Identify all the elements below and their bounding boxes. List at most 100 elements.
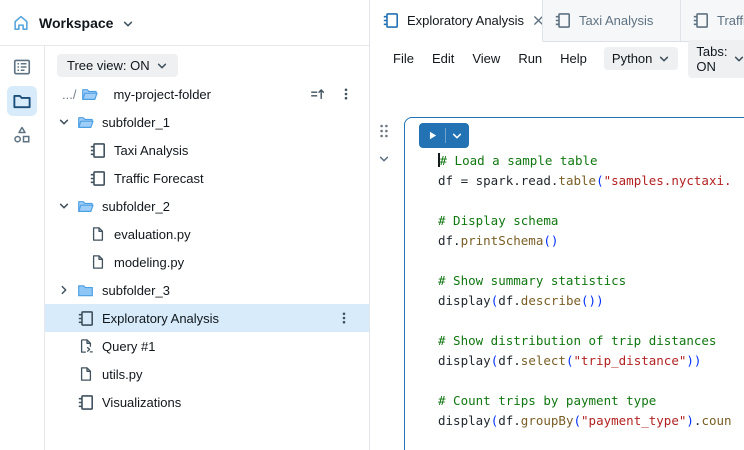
chevron-down-icon[interactable] <box>122 18 134 30</box>
notebook-icon <box>554 12 571 29</box>
tree-item-label: subfolder_1 <box>102 115 170 130</box>
menu-file[interactable]: File <box>384 46 423 71</box>
tree-item-label: Query #1 <box>102 339 155 354</box>
code-line[interactable]: display(df.groupBy("payment_type").coun <box>438 411 732 431</box>
code-line[interactable]: display(df.select("trip_distance")) <box>438 351 732 371</box>
code-line[interactable]: display(df.describe()) <box>438 291 732 311</box>
tree-item-taxi-analysis[interactable]: Taxi Analysis <box>45 136 369 164</box>
code-cell[interactable]: # Load a sample tabledf = spark.read.tab… <box>404 117 744 450</box>
menu-run[interactable]: Run <box>509 46 551 71</box>
tab-label: Exploratory Analysis <box>407 13 524 28</box>
tree-item-label: Visualizations <box>102 395 181 410</box>
rail-workspace-files-button[interactable] <box>7 86 37 116</box>
kebab-menu-icon[interactable] <box>337 311 351 325</box>
tab-traffic-forecast[interactable]: Traffic Forecast <box>681 0 744 41</box>
code-line[interactable]: # Load a sample table <box>438 151 732 171</box>
notebook-icon <box>77 310 94 327</box>
code-line[interactable] <box>438 191 732 211</box>
chevron-down-icon[interactable] <box>57 115 71 129</box>
notebook-icon <box>77 394 94 411</box>
tree-item-subfolder-2[interactable]: subfolder_2 <box>45 192 369 220</box>
tree-item-traffic-forecast[interactable]: Traffic Forecast <box>45 164 369 192</box>
code-line[interactable] <box>438 251 732 271</box>
notebook-icon <box>89 142 106 159</box>
chevron-spacer <box>69 171 83 185</box>
tree-root-folder[interactable]: .../ my-project-folder <box>45 80 369 108</box>
code-line[interactable]: # Count trips by payment type <box>438 391 732 411</box>
workspace-app: Workspace Tree view: ON .../ my-project-… <box>0 0 744 450</box>
language-selector-label: Python <box>612 51 652 66</box>
chevron-spacer <box>57 311 71 325</box>
run-cell-button[interactable] <box>419 123 469 148</box>
menu-help[interactable]: Help <box>551 46 596 71</box>
folder-closed-icon <box>77 282 94 299</box>
notebook-editor: # Load a sample tabledf = spark.read.tab… <box>371 75 744 450</box>
menu-edit[interactable]: Edit <box>423 46 463 71</box>
chevron-spacer <box>69 227 83 241</box>
chevron-spacer <box>69 143 83 157</box>
tabs-toggle-label: Tabs: ON <box>696 44 727 74</box>
code-line[interactable] <box>438 371 732 391</box>
query-icon <box>77 338 94 355</box>
play-icon[interactable] <box>419 130 445 141</box>
language-selector[interactable]: Python <box>604 47 678 70</box>
path-prefix: .../ <box>62 87 76 102</box>
code-area[interactable]: # Load a sample tabledf = spark.read.tab… <box>438 151 732 431</box>
folder-rail-icon <box>12 91 32 111</box>
code-line[interactable] <box>438 311 732 331</box>
kebab-menu-icon[interactable] <box>339 87 353 101</box>
tree-item-utils-py[interactable]: utils.py <box>45 360 369 388</box>
close-icon[interactable] <box>532 14 543 27</box>
tree-rows: subfolder_1 Taxi Analysis Traffic Forecast… <box>45 108 369 416</box>
tab-exploratory-analysis[interactable]: Exploratory Analysis <box>371 0 543 42</box>
notebook-icon <box>89 170 106 187</box>
tree-item-label: Taxi Analysis <box>114 143 188 158</box>
tree-item-modeling-py[interactable]: modeling.py <box>45 248 369 276</box>
rail-contents-button[interactable] <box>7 52 37 82</box>
tree-view-toggle[interactable]: Tree view: ON <box>57 54 178 77</box>
tree-item-subfolder-1[interactable]: subfolder_1 <box>45 108 369 136</box>
tree-item-query-1[interactable]: Query #1 <box>45 332 369 360</box>
code-line[interactable]: df.printSchema() <box>438 231 732 251</box>
workspace-header: Workspace <box>0 0 369 46</box>
tab-label: Traffic Forecast <box>717 13 744 28</box>
collapse-cell-icon[interactable] <box>378 152 390 170</box>
folder-open-icon <box>77 198 94 215</box>
notebook-icon <box>382 12 399 29</box>
chevron-down-icon <box>658 53 670 65</box>
rail-shapes-button[interactable] <box>7 120 37 150</box>
tab-taxi-analysis[interactable]: Taxi Analysis <box>543 0 681 41</box>
tree-item-evaluation-py[interactable]: evaluation.py <box>45 220 369 248</box>
tree-item-label: Traffic Forecast <box>114 171 204 186</box>
chevron-down-icon[interactable] <box>57 199 71 213</box>
tabs-toggle[interactable]: Tabs: ON <box>688 40 744 78</box>
tree-item-label: evaluation.py <box>114 227 191 242</box>
tree-item-label: subfolder_2 <box>102 199 170 214</box>
chevron-right-icon[interactable] <box>57 283 71 297</box>
sort-ascending-icon[interactable] <box>309 86 325 102</box>
workspace-title: Workspace <box>39 15 113 31</box>
tab-label: Taxi Analysis <box>579 13 653 28</box>
file-icon <box>89 226 106 243</box>
run-options-chevron-icon[interactable] <box>446 130 468 142</box>
code-line[interactable]: df = spark.read.table("samples.nyctaxi. <box>438 171 732 191</box>
tree-item-subfolder-3[interactable]: subfolder_3 <box>45 276 369 304</box>
tree-item-visualizations[interactable]: Visualizations <box>45 388 369 416</box>
code-line[interactable]: # Display schema <box>438 211 732 231</box>
chevron-spacer <box>57 395 71 409</box>
folder-open-icon <box>77 114 94 131</box>
menu-view[interactable]: View <box>463 46 509 71</box>
panel-list-icon <box>12 57 32 77</box>
home-icon[interactable] <box>12 14 30 32</box>
code-line[interactable]: # Show summary statistics <box>438 271 732 291</box>
chevron-down-icon <box>156 60 168 72</box>
drag-handle-icon[interactable] <box>377 122 391 145</box>
editor-panel: Exploratory Analysis Taxi Analysis Traffic… <box>371 0 744 450</box>
chevron-spacer <box>57 367 71 381</box>
tab-bar: Exploratory Analysis Taxi Analysis Traffic… <box>371 0 744 42</box>
tree-item-exploratory-analysis[interactable]: Exploratory Analysis <box>45 304 369 332</box>
file-icon <box>77 366 94 383</box>
code-line[interactable]: # Show distribution of trip distances <box>438 331 732 351</box>
tree-view-toggle-label: Tree view: ON <box>67 58 150 73</box>
menu-items: FileEditViewRunHelp <box>384 46 596 71</box>
